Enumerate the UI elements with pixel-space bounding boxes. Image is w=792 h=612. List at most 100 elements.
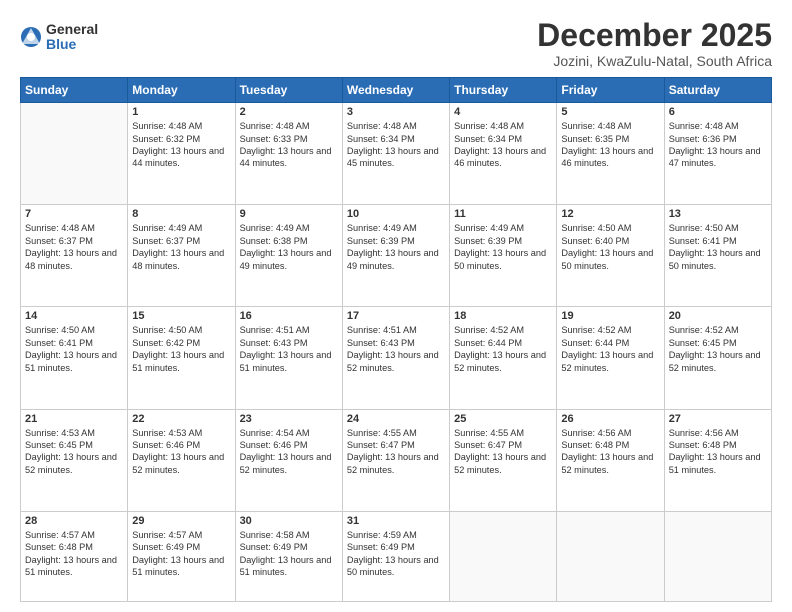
- day-number: 12: [561, 208, 659, 220]
- day-number: 23: [240, 413, 338, 425]
- cell-details: Sunrise: 4:57 AM Sunset: 6:48 PM Dayligh…: [25, 529, 123, 579]
- cell-details: Sunrise: 4:51 AM Sunset: 6:43 PM Dayligh…: [347, 324, 445, 374]
- day-number: 8: [132, 208, 230, 220]
- table-row: [557, 511, 664, 601]
- cell-details: Sunrise: 4:59 AM Sunset: 6:49 PM Dayligh…: [347, 529, 445, 579]
- cell-details: Sunrise: 4:53 AM Sunset: 6:46 PM Dayligh…: [132, 427, 230, 477]
- col-friday: Friday: [557, 78, 664, 103]
- col-sunday: Sunday: [21, 78, 128, 103]
- table-row: 24 Sunrise: 4:55 AM Sunset: 6:47 PM Dayli…: [342, 409, 449, 511]
- logo-text: General Blue: [46, 22, 98, 53]
- cell-details: Sunrise: 4:53 AM Sunset: 6:45 PM Dayligh…: [25, 427, 123, 477]
- day-number: 13: [669, 208, 767, 220]
- table-row: 8 Sunrise: 4:49 AM Sunset: 6:37 PM Daylig…: [128, 205, 235, 307]
- cell-details: Sunrise: 4:58 AM Sunset: 6:49 PM Dayligh…: [240, 529, 338, 579]
- cell-details: Sunrise: 4:49 AM Sunset: 6:37 PM Dayligh…: [132, 222, 230, 272]
- day-number: 19: [561, 310, 659, 322]
- table-row: 2 Sunrise: 4:48 AM Sunset: 6:33 PM Daylig…: [235, 103, 342, 205]
- title-block: December 2025 Jozini, KwaZulu-Natal, Sou…: [537, 18, 772, 69]
- logo: General Blue: [20, 22, 98, 53]
- table-row: 10Sunrise: 4:49 AM Sunset: 6:39 PM Dayli…: [342, 205, 449, 307]
- table-row: 6 Sunrise: 4:48 AM Sunset: 6:36 PM Daylig…: [664, 103, 771, 205]
- table-row: [450, 511, 557, 601]
- day-number: 17: [347, 310, 445, 322]
- day-number: 2: [240, 106, 338, 118]
- calendar-table: Sunday Monday Tuesday Wednesday Thursday…: [20, 77, 772, 602]
- table-row: 11Sunrise: 4:49 AM Sunset: 6:39 PM Dayli…: [450, 205, 557, 307]
- day-number: 4: [454, 106, 552, 118]
- day-number: 1: [132, 106, 230, 118]
- day-number: 28: [25, 515, 123, 527]
- logo-blue: Blue: [46, 37, 98, 52]
- day-number: 9: [240, 208, 338, 220]
- cell-details: Sunrise: 4:48 AM Sunset: 6:37 PM Dayligh…: [25, 222, 123, 272]
- col-tuesday: Tuesday: [235, 78, 342, 103]
- col-saturday: Saturday: [664, 78, 771, 103]
- table-row: [21, 103, 128, 205]
- cell-details: Sunrise: 4:55 AM Sunset: 6:47 PM Dayligh…: [454, 427, 552, 477]
- logo-icon: [20, 26, 42, 48]
- day-number: 20: [669, 310, 767, 322]
- day-number: 29: [132, 515, 230, 527]
- table-row: 28 Sunrise: 4:57 AM Sunset: 6:48 PM Dayli…: [21, 511, 128, 601]
- cell-details: Sunrise: 4:54 AM Sunset: 6:46 PM Dayligh…: [240, 427, 338, 477]
- logo-general: General: [46, 22, 98, 37]
- day-number: 27: [669, 413, 767, 425]
- cell-details: Sunrise: 4:52 AM Sunset: 6:44 PM Dayligh…: [561, 324, 659, 374]
- table-row: 13 Sunrise: 4:50 AM Sunset: 6:41 PM Dayli…: [664, 205, 771, 307]
- col-monday: Monday: [128, 78, 235, 103]
- day-number: 21: [25, 413, 123, 425]
- table-row: 15Sunrise: 4:50 AM Sunset: 6:42 PM Dayli…: [128, 307, 235, 409]
- table-row: 27Sunrise: 4:56 AM Sunset: 6:48 PM Dayli…: [664, 409, 771, 511]
- table-row: 25 Sunrise: 4:55 AM Sunset: 6:47 PM Dayli…: [450, 409, 557, 511]
- day-number: 26: [561, 413, 659, 425]
- cell-details: Sunrise: 4:57 AM Sunset: 6:49 PM Dayligh…: [132, 529, 230, 579]
- cell-details: Sunrise: 4:51 AM Sunset: 6:43 PM Dayligh…: [240, 324, 338, 374]
- location-subtitle: Jozini, KwaZulu-Natal, South Africa: [537, 53, 772, 69]
- cell-details: Sunrise: 4:49 AM Sunset: 6:39 PM Dayligh…: [454, 222, 552, 272]
- table-row: 12Sunrise: 4:50 AM Sunset: 6:40 PM Dayli…: [557, 205, 664, 307]
- cell-details: Sunrise: 4:55 AM Sunset: 6:47 PM Dayligh…: [347, 427, 445, 477]
- table-row: 22 Sunrise: 4:53 AM Sunset: 6:46 PM Dayli…: [128, 409, 235, 511]
- calendar-week-row: 1 Sunrise: 4:48 AM Sunset: 6:32 PM Daylig…: [21, 103, 772, 205]
- day-number: 25: [454, 413, 552, 425]
- table-row: 26 Sunrise: 4:56 AM Sunset: 6:48 PM Dayli…: [557, 409, 664, 511]
- cell-details: Sunrise: 4:48 AM Sunset: 6:32 PM Dayligh…: [132, 120, 230, 170]
- cell-details: Sunrise: 4:50 AM Sunset: 6:41 PM Dayligh…: [25, 324, 123, 374]
- cell-details: Sunrise: 4:48 AM Sunset: 6:33 PM Dayligh…: [240, 120, 338, 170]
- day-number: 5: [561, 106, 659, 118]
- day-number: 7: [25, 208, 123, 220]
- col-thursday: Thursday: [450, 78, 557, 103]
- table-row: 20 Sunrise: 4:52 AM Sunset: 6:45 PM Dayli…: [664, 307, 771, 409]
- cell-details: Sunrise: 4:56 AM Sunset: 6:48 PM Dayligh…: [561, 427, 659, 477]
- table-row: 19 Sunrise: 4:52 AM Sunset: 6:44 PM Dayli…: [557, 307, 664, 409]
- calendar-header-row: Sunday Monday Tuesday Wednesday Thursday…: [21, 78, 772, 103]
- cell-details: Sunrise: 4:49 AM Sunset: 6:38 PM Dayligh…: [240, 222, 338, 272]
- cell-details: Sunrise: 4:52 AM Sunset: 6:45 PM Dayligh…: [669, 324, 767, 374]
- table-row: 3Sunrise: 4:48 AM Sunset: 6:34 PM Daylig…: [342, 103, 449, 205]
- table-row: [664, 511, 771, 601]
- table-row: 14 Sunrise: 4:50 AM Sunset: 6:41 PM Dayli…: [21, 307, 128, 409]
- day-number: 31: [347, 515, 445, 527]
- day-number: 18: [454, 310, 552, 322]
- calendar-week-row: 28 Sunrise: 4:57 AM Sunset: 6:48 PM Dayli…: [21, 511, 772, 601]
- cell-details: Sunrise: 4:48 AM Sunset: 6:34 PM Dayligh…: [347, 120, 445, 170]
- calendar-week-row: 14 Sunrise: 4:50 AM Sunset: 6:41 PM Dayli…: [21, 307, 772, 409]
- cell-details: Sunrise: 4:52 AM Sunset: 6:44 PM Dayligh…: [454, 324, 552, 374]
- cell-details: Sunrise: 4:50 AM Sunset: 6:41 PM Dayligh…: [669, 222, 767, 272]
- col-wednesday: Wednesday: [342, 78, 449, 103]
- day-number: 22: [132, 413, 230, 425]
- month-title: December 2025: [537, 18, 772, 53]
- day-number: 10: [347, 208, 445, 220]
- table-row: 18 Sunrise: 4:52 AM Sunset: 6:44 PM Dayli…: [450, 307, 557, 409]
- day-number: 14: [25, 310, 123, 322]
- table-row: 17 Sunrise: 4:51 AM Sunset: 6:43 PM Dayli…: [342, 307, 449, 409]
- day-number: 24: [347, 413, 445, 425]
- table-row: 23 Sunrise: 4:54 AM Sunset: 6:46 PM Dayli…: [235, 409, 342, 511]
- cell-details: Sunrise: 4:48 AM Sunset: 6:34 PM Dayligh…: [454, 120, 552, 170]
- table-row: 5Sunrise: 4:48 AM Sunset: 6:35 PM Daylig…: [557, 103, 664, 205]
- table-row: 7 Sunrise: 4:48 AM Sunset: 6:37 PM Daylig…: [21, 205, 128, 307]
- day-number: 30: [240, 515, 338, 527]
- day-number: 6: [669, 106, 767, 118]
- cell-details: Sunrise: 4:48 AM Sunset: 6:36 PM Dayligh…: [669, 120, 767, 170]
